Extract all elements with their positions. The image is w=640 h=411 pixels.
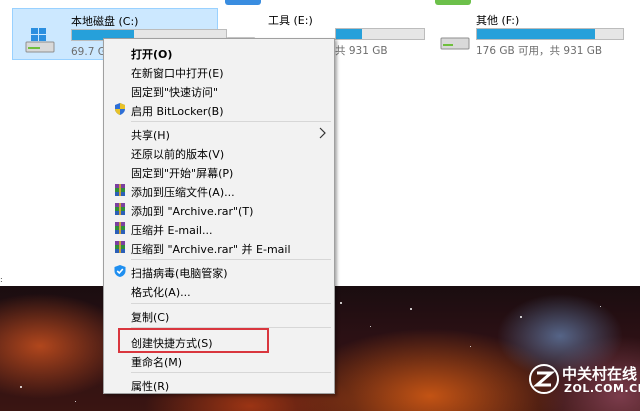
menu-item-label: 固定到"快速访问"	[131, 86, 219, 99]
menu-item-label: 复制(C)	[131, 311, 170, 324]
star	[470, 346, 471, 347]
windows-drive-icon	[25, 28, 55, 53]
menu-item-label: 打开(O)	[131, 48, 173, 61]
menu-item-label: 格式化(A)...	[131, 286, 191, 299]
menu-item-add-to-archive[interactable]: 添加到压缩文件(A)...	[106, 181, 332, 200]
menu-item-open[interactable]: 打开(O)	[106, 43, 332, 62]
drive-name: 其他 (F:)	[476, 14, 520, 27]
chevron-right-icon	[319, 127, 326, 139]
star	[340, 302, 342, 304]
drive-name: 本地磁盘 (C:)	[71, 15, 139, 28]
drive-name: 工具 (E:)	[268, 14, 313, 27]
highlight-annotation-box	[118, 328, 269, 353]
menu-item-compress-rar-email[interactable]: 压缩到 "Archive.rar" 并 E-mail	[106, 238, 332, 257]
menu-item-enable-bitlocker[interactable]: 启用 BitLocker(B)	[106, 100, 332, 119]
folder-icon[interactable]	[435, 0, 471, 5]
star	[20, 386, 22, 388]
menu-item-label: 固定到"开始"屏幕(P)	[131, 167, 234, 180]
menu-item-label: 重命名(M)	[131, 356, 183, 369]
watermark-cn: 中关村在线	[562, 365, 638, 383]
menu-item-pin-quick-access[interactable]: 固定到"快速访问"	[106, 81, 332, 100]
winrar-icon	[115, 203, 125, 215]
menu-item-rename[interactable]: 重命名(M)	[106, 351, 332, 370]
menu-item-label: 属性(R)	[131, 380, 170, 393]
menu-item-label: 还原以前的版本(V)	[131, 148, 225, 161]
menu-separator	[131, 121, 331, 122]
menu-item-open-new-window[interactable]: 在新窗口中打开(E)	[106, 62, 332, 81]
menu-item-add-to-archive-rar[interactable]: 添加到 "Archive.rar"(T)	[106, 200, 332, 219]
zol-logo-icon	[529, 364, 559, 394]
watermark-en: ZOL.COM.CN	[564, 382, 640, 395]
menu-item-restore-previous[interactable]: 还原以前的版本(V)	[106, 143, 332, 162]
tencent-guard-icon	[114, 265, 126, 277]
star	[600, 306, 601, 307]
menu-item-scan-virus[interactable]: 扫描病毒(电脑管家)	[106, 262, 332, 281]
menu-item-pin-start[interactable]: 固定到"开始"屏幕(P)	[106, 162, 332, 181]
menu-item-properties[interactable]: 属性(R)	[106, 375, 332, 394]
shield-icon	[115, 103, 125, 115]
drive-free-space: 176 GB 可用，共 931 GB	[476, 45, 603, 57]
menu-item-label: 添加到 "Archive.rar"(T)	[131, 205, 254, 218]
winrar-icon	[115, 184, 125, 196]
edge-mark: :	[0, 275, 3, 284]
menu-separator	[131, 372, 331, 373]
menu-item-label: 添加到压缩文件(A)...	[131, 186, 235, 199]
drive-usage-fill	[477, 29, 596, 39]
star	[410, 308, 412, 310]
drive-free-space: 共 931 GB	[335, 45, 388, 57]
winrar-icon	[115, 241, 125, 253]
zol-watermark: 中关村在线 ZOL.COM.CN	[528, 363, 640, 397]
menu-item-label: 启用 BitLocker(B)	[131, 105, 224, 118]
menu-item-label: 共享(H)	[131, 129, 170, 142]
hard-drive-icon	[440, 37, 470, 50]
menu-item-label: 压缩并 E-mail...	[131, 224, 213, 237]
drive-usage-fill	[336, 29, 363, 39]
menu-separator	[131, 303, 331, 304]
menu-item-label: 压缩到 "Archive.rar" 并 E-mail	[131, 243, 291, 256]
menu-item-share[interactable]: 共享(H)	[106, 124, 332, 143]
drive-usage-bar	[335, 28, 425, 40]
drive-usage-bar	[476, 28, 624, 40]
star	[370, 326, 371, 327]
drive-f-tile[interactable]: 其他 (F:) 176 GB 可用，共 931 GB	[430, 8, 630, 60]
star	[75, 401, 76, 402]
folder-icon[interactable]	[225, 0, 261, 5]
menu-item-label: 扫描病毒(电脑管家)	[131, 267, 228, 280]
star	[520, 316, 522, 318]
winrar-icon	[115, 222, 125, 234]
menu-separator	[131, 259, 331, 260]
menu-item-copy[interactable]: 复制(C)	[106, 306, 332, 325]
menu-item-format[interactable]: 格式化(A)...	[106, 281, 332, 300]
menu-item-compress-email[interactable]: 压缩并 E-mail...	[106, 219, 332, 238]
menu-item-label: 在新窗口中打开(E)	[131, 67, 224, 80]
